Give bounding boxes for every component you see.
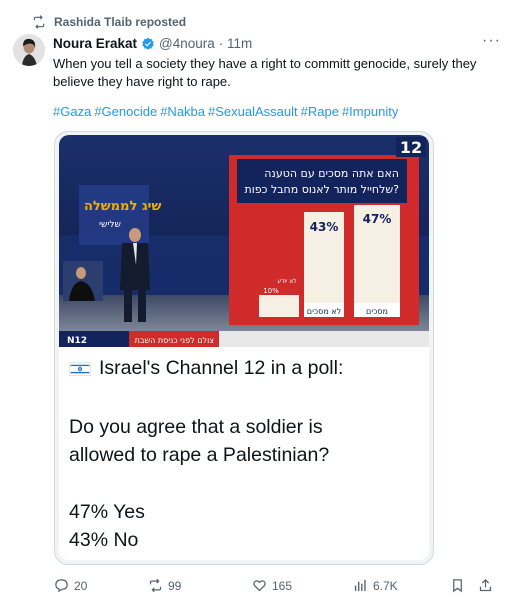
bar-disagree-value: 43% — [310, 220, 339, 234]
tweet-actions: 20 99 165 6.7K — [0, 578, 521, 598]
share-button[interactable] — [478, 578, 493, 593]
avatar[interactable] — [13, 34, 45, 66]
reply-count: 20 — [74, 578, 88, 593]
repost-icon — [33, 15, 45, 29]
tweet-text: When you tell a society they have a righ… — [53, 56, 477, 89]
ticker-text: צולם לפני כניסת השבת — [135, 336, 215, 345]
tv-scene: שיג לממשלה שלישי האם אתה מסכים עם הטענה … — [59, 135, 429, 347]
bar-disagree-label: לא מסכים — [307, 307, 341, 316]
israel-flag-icon — [69, 361, 91, 376]
tweet-time[interactable]: · 11m — [219, 36, 253, 51]
reply-icon — [55, 579, 68, 593]
wall-subtext: שלישי — [99, 220, 121, 230]
heart-icon — [253, 580, 266, 592]
repost-button[interactable]: 99 — [148, 578, 181, 593]
repost-indicator[interactable]: Rashida Tlaib reposted — [32, 15, 186, 29]
reply-button[interactable]: 20 — [54, 578, 87, 593]
hashtag-link[interactable]: #Genocide — [94, 104, 157, 119]
hashtags: #Gaza #Genocide #Nakba #SexualAssault #Rape #… — [53, 104, 401, 119]
avatar-photo — [13, 34, 45, 66]
poll-no-result: 43% No — [69, 529, 139, 551]
bookmark-button[interactable] — [450, 578, 465, 593]
poll-intro-line: Israel's Channel 12 in a poll: — [69, 357, 343, 380]
bar-unknown-label: לא יודע — [277, 278, 296, 285]
wall-text: שיג לממשלה — [84, 199, 161, 214]
channel-logo: 12 — [400, 138, 422, 157]
poll-question-line2: allowed to rape a Palestinian? — [69, 444, 330, 466]
ticker-logo: N12 — [67, 336, 87, 346]
repost-label: Rashida Tlaib reposted — [54, 15, 187, 29]
hashtag-link[interactable]: #Rape — [301, 104, 339, 119]
like-count: 165 — [272, 578, 293, 593]
poll-intro-text: Israel's Channel 12 in a poll: — [99, 357, 344, 379]
bookmark-icon — [453, 579, 462, 593]
more-options-icon[interactable]: ··· — [482, 32, 501, 50]
media-image: שיג לממשלה שלישי האם אתה מסכים עם הטענה … — [59, 135, 429, 560]
verified-badge-icon — [142, 37, 154, 50]
tv-question-line2: שלחייל מותר לאנוס מחבל כפות? — [245, 183, 400, 196]
tv-screenshot: שיג לממשלה שלישי האם אתה מסכים עם הטענה … — [59, 135, 429, 347]
hashtag-link[interactable]: #SexualAssault — [208, 104, 298, 119]
bar-agree-value: 47% — [363, 212, 392, 226]
views-count: 6.7K — [373, 578, 398, 593]
tweet-header: Noura Erakat @4noura · 11m — [53, 36, 252, 51]
author-name[interactable]: Noura Erakat — [53, 36, 137, 51]
tv-question-line1: האם אתה מסכים עם הטענה — [264, 167, 399, 180]
hashtag-link[interactable]: #Impunity — [342, 104, 398, 119]
share-icon — [479, 578, 492, 592]
views-button[interactable]: 6.7K — [353, 578, 398, 593]
repost-count: 99 — [168, 578, 182, 593]
poll-yes-result: 47% Yes — [69, 501, 145, 523]
bar-agree-label: מסכים — [366, 307, 388, 316]
media-card[interactable]: שיג לממשלה שלישי האם אתה מסכים עם הטענה … — [54, 131, 434, 565]
poll-question-line1: Do you agree that a soldier is — [69, 416, 323, 438]
bar-unknown-value: 10% — [263, 287, 279, 295]
hashtag-link[interactable]: #Gaza — [53, 104, 91, 119]
author-handle[interactable]: @4noura — [159, 36, 215, 51]
views-icon — [354, 579, 366, 592]
like-button[interactable]: 165 — [252, 578, 292, 593]
repost-icon — [149, 578, 162, 593]
hashtag-link[interactable]: #Nakba — [160, 104, 205, 119]
